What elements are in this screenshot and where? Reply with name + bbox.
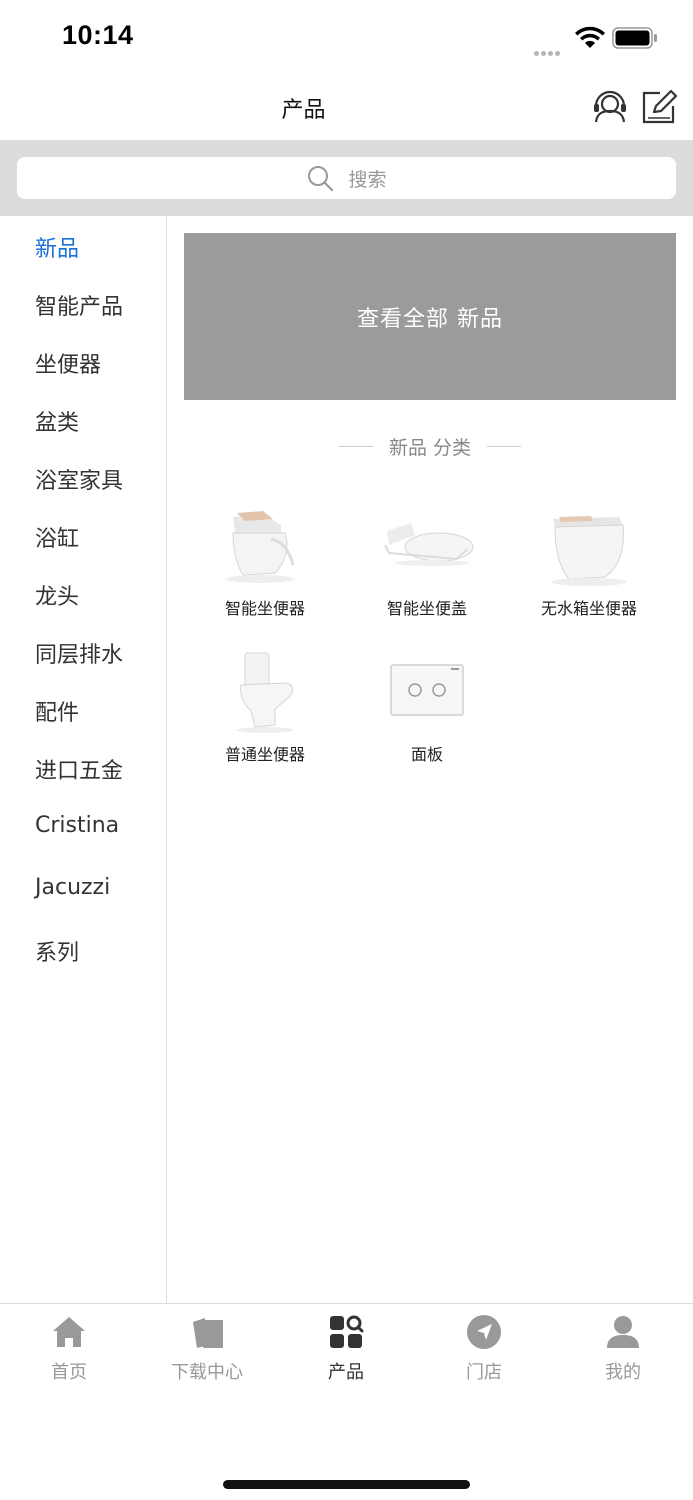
product-item[interactable]: 智能坐便盖 xyxy=(346,505,508,619)
view-all-banner[interactable]: 查看全部 新品 xyxy=(184,233,676,400)
banner-text: 查看全部 新品 xyxy=(357,306,503,332)
category-sidebar: 新品 智能产品 坐便器 盆类 浴室家具 浴缸 龙头 同层排水 配件 进口五金 C… xyxy=(0,216,167,1303)
product-item[interactable]: 普通坐便器 xyxy=(184,651,346,765)
tab-home[interactable]: 首页 xyxy=(0,1314,138,1384)
product-name: 面板 xyxy=(410,745,443,764)
standard-toilet-image xyxy=(237,652,294,733)
sidebar-item-series[interactable]: 系列 xyxy=(35,935,79,967)
product-name: 无水箱坐便器 xyxy=(540,599,637,618)
divider-left xyxy=(338,445,373,447)
sidebar-item-cristina[interactable]: Cristina xyxy=(35,813,119,838)
products-icon xyxy=(330,1315,364,1348)
tab-stores[interactable]: 门店 xyxy=(415,1314,553,1384)
search-icon xyxy=(308,166,334,192)
search-placeholder: 搜索 xyxy=(348,168,387,191)
sidebar-item-new[interactable]: 新品 xyxy=(35,231,79,263)
home-icon xyxy=(53,1317,85,1347)
section-title: 新品 分类 xyxy=(388,436,472,459)
search-bar-area: 搜索 xyxy=(0,140,693,216)
tab-label: 我的 xyxy=(605,1362,641,1383)
tab-products[interactable]: 产品 xyxy=(277,1314,415,1384)
cellular-signal-icon xyxy=(534,41,562,60)
customer-service-icon[interactable] xyxy=(591,88,629,126)
sidebar-item-in-wall-drainage[interactable]: 同层排水 xyxy=(35,637,123,669)
wifi-icon xyxy=(575,26,605,48)
page-title: 产品 xyxy=(281,98,326,123)
tab-label: 下载中心 xyxy=(171,1362,243,1383)
tab-download-center[interactable]: 下载中心 xyxy=(138,1314,276,1384)
sidebar-item-accessories[interactable]: 配件 xyxy=(35,695,79,727)
tab-profile[interactable]: 我的 xyxy=(554,1314,692,1384)
tab-label: 产品 xyxy=(328,1362,364,1383)
home-indicator xyxy=(223,1480,470,1489)
sidebar-item-bathroom-furniture[interactable]: 浴室家具 xyxy=(35,463,123,495)
sidebar-item-bathtubs[interactable]: 浴缸 xyxy=(35,521,79,553)
sidebar-item-basins[interactable]: 盆类 xyxy=(35,405,79,437)
product-name: 智能坐便器 xyxy=(224,599,305,618)
download-center-icon xyxy=(193,1318,223,1348)
divider-right xyxy=(487,445,522,447)
sidebar-item-imported-hardware[interactable]: 进口五金 xyxy=(35,753,123,785)
nav-bar: 产品 xyxy=(0,78,693,140)
search-input[interactable]: 搜索 xyxy=(17,157,676,199)
status-time: 10:14 xyxy=(62,20,134,50)
flush-panel-image xyxy=(390,664,464,716)
product-name: 普通坐便器 xyxy=(224,745,305,764)
smart-toilet-seat-image xyxy=(384,523,474,566)
battery-icon xyxy=(612,27,657,49)
sidebar-item-jacuzzi[interactable]: Jacuzzi xyxy=(35,875,110,900)
profile-icon xyxy=(607,1316,639,1348)
tankless-toilet-image xyxy=(551,516,627,586)
sidebar-item-faucets[interactable]: 龙头 xyxy=(35,579,79,611)
product-item[interactable]: 面板 xyxy=(346,651,508,765)
product-name: 智能坐便盖 xyxy=(386,599,467,618)
store-location-icon xyxy=(467,1315,501,1349)
sidebar-item-smart-products[interactable]: 智能产品 xyxy=(35,289,123,321)
tab-label: 首页 xyxy=(51,1362,87,1383)
sidebar-item-toilets[interactable]: 坐便器 xyxy=(35,347,101,379)
section-header: 新品 分类 xyxy=(184,430,676,462)
tab-label: 门店 xyxy=(466,1362,502,1383)
product-item[interactable]: 无水箱坐便器 xyxy=(508,505,670,619)
product-item[interactable]: 智能坐便器 xyxy=(184,505,346,619)
tab-bar: 首页 下载中心 产品 门店 我的 xyxy=(0,1303,693,1500)
smart-toilet-image xyxy=(226,511,295,583)
edit-icon[interactable] xyxy=(640,88,678,126)
status-bar: 10:14 xyxy=(0,0,693,78)
